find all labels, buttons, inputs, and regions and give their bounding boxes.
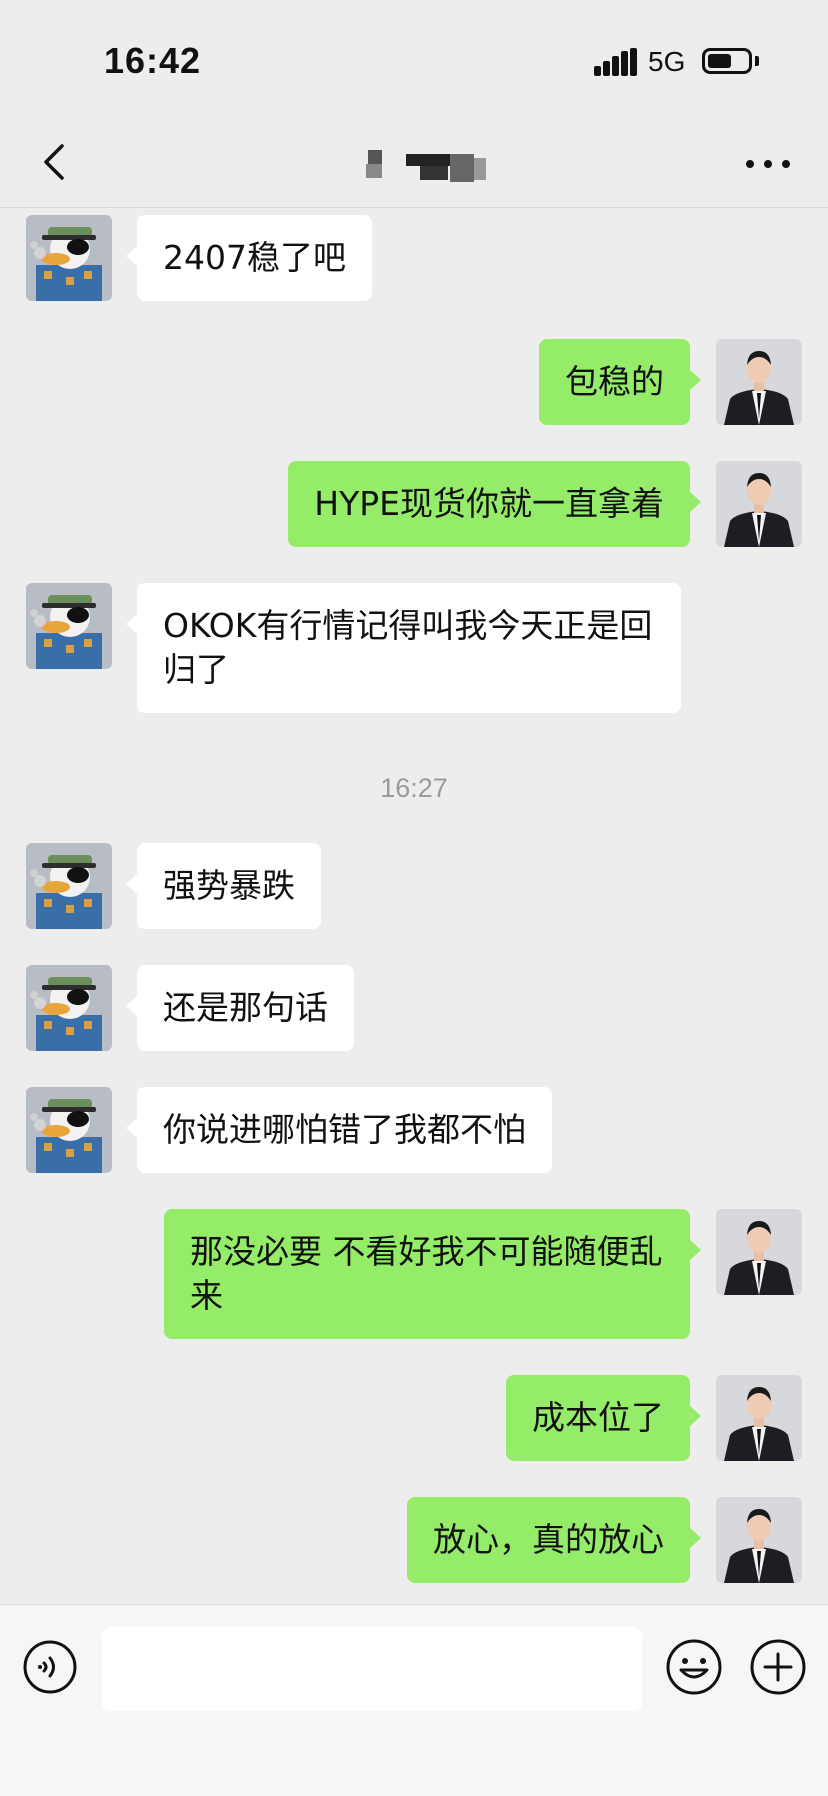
chevron-left-icon[interactable] [32,138,80,186]
message-bubble-outgoing[interactable]: 放心，真的放心 [407,1497,701,1583]
chat-area[interactable]: 2407稳了吧 包稳的 HYPE现货你就一直拿着 OKOK有行情记得叫我今天正是… [0,209,828,1603]
message-bubble-incoming[interactable]: 还是那句话 [126,965,354,1051]
more-icon[interactable] [740,146,796,182]
input-bar [0,1604,828,1796]
self-avatar[interactable] [716,1209,802,1295]
status-time: 16:42 [104,40,202,81]
message-bubble-outgoing[interactable]: 包稳的 [539,339,701,425]
battery-tip [755,56,759,66]
message-bubble-outgoing[interactable]: 成本位了 [506,1375,701,1461]
self-avatar[interactable] [716,1497,802,1583]
status-bar: 16:42 5G [0,0,828,120]
contact-avatar[interactable] [26,965,112,1051]
message-bubble-incoming[interactable]: 2407稳了吧 [126,215,372,301]
self-avatar[interactable] [716,461,802,547]
self-avatar[interactable] [716,339,802,425]
message-bubble-outgoing[interactable]: HYPE现货你就一直拿着 [288,461,701,547]
timestamp-divider: 16:27 [380,773,448,803]
chat-title-redacted [340,140,510,190]
message-bubble-incoming[interactable]: 你说进哪怕错了我都不怕 [126,1087,552,1173]
message-input[interactable] [102,1627,642,1711]
message-bubble-outgoing[interactable]: 那没必要 不看好我不可能随便乱来 [164,1209,701,1339]
battery-icon [702,48,752,74]
emoji-icon[interactable] [664,1637,724,1697]
voice-icon[interactable] [22,1639,78,1695]
nav-bar [0,120,828,208]
contact-avatar[interactable] [26,215,112,301]
signal-icon [594,48,638,76]
contact-avatar[interactable] [26,1087,112,1173]
plus-icon[interactable] [748,1637,808,1697]
contact-avatar[interactable] [26,843,112,929]
contact-avatar[interactable] [26,583,112,669]
self-avatar[interactable] [716,1375,802,1461]
message-bubble-incoming[interactable]: OKOK有行情记得叫我今天正是回归了 [126,583,681,713]
network-label: 5G [648,46,686,77]
message-bubble-incoming[interactable]: 强势暴跌 [126,843,321,929]
